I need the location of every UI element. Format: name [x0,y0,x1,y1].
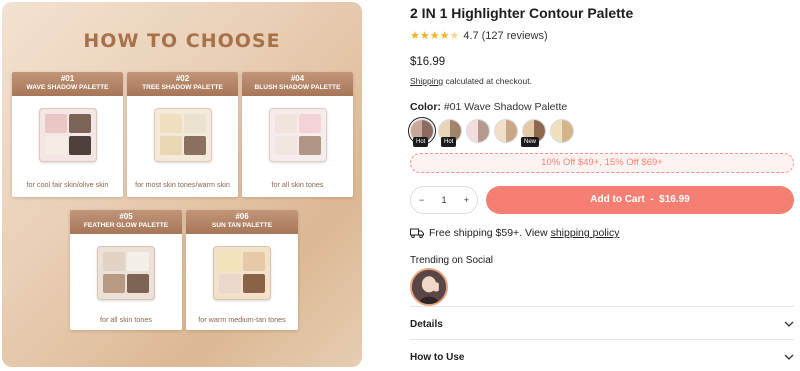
chevron-down-icon [784,354,794,360]
palette-compact-image [97,246,155,300]
color-swatches [408,117,574,145]
shipping-policy-link[interactable]: shipping policy [551,227,620,239]
palette-card-01: #01 WAVE SHADOW PALETTE for cool fair sk… [12,72,123,197]
quantity-stepper: − 1 + [410,186,478,214]
accordion-label: How to Use [410,351,465,363]
palette-card-header: #02 TREE SHADOW PALETTE [127,72,238,96]
palette-card-06: #06 SUN TAN PALETTE for warm medium-tan … [186,210,298,330]
palette-name: BLUSH SHADOW PALETTE [254,83,341,91]
palette-card-05: #05 FEATHER GLOW PALETTE for all skin to… [70,210,182,330]
accordion-label: Details [410,318,443,330]
hot-badge: Hot [441,137,457,147]
palette-card-header: #05 FEATHER GLOW PALETTE [70,210,182,234]
shipping-link[interactable]: Shipping [410,76,443,86]
shipping-note-text: calculated at checkout. [445,76,532,86]
chevron-down-icon [784,321,794,327]
palette-card-header: #04 BLUSH SHADOW PALETTE [242,72,353,96]
star-rating-icon: ★★★★★ [410,30,460,42]
palette-card-header: #06 SUN TAN PALETTE [186,210,298,234]
selected-color-value: #01 Wave Shadow Palette [443,101,568,113]
truck-icon [410,228,424,238]
color-selector-label: Color: #01 Wave Shadow Palette [410,101,567,113]
accordion-how-to-use[interactable]: How to Use [410,347,794,367]
product-rating[interactable]: ★★★★★ 4.7 (127 reviews) [410,29,548,43]
color-label-key: Color: [410,101,441,113]
accordion-divider [410,339,794,340]
trending-label: Trending on Social [410,255,494,266]
palette-name: SUN TAN PALETTE [211,221,273,229]
free-shipping-text: Free shipping $59+. View [429,227,548,239]
palette-compact-image [38,108,97,162]
palette-number: #04 [290,74,305,83]
increase-quantity-button[interactable]: + [464,195,469,205]
palette-name: TREE SHADOW PALETTE [142,83,223,91]
accordion-divider [410,306,794,307]
palette-caption: for all skin tones [271,180,324,189]
accordion-details[interactable]: Details [410,314,794,334]
social-video-avatar[interactable] [410,268,448,306]
shipping-note: Shipping calculated at checkout. [410,76,532,86]
review-count[interactable]: (127 reviews) [482,30,548,42]
discount-promo-bar: 10% Off $49+, 15% Off $69+ [410,153,794,173]
hot-badge: Hot [413,137,429,147]
decrease-quantity-button[interactable]: − [419,195,424,205]
palette-number: #01 [60,74,75,83]
palette-card-header: #01 WAVE SHADOW PALETTE [12,72,123,96]
palette-compact-image [213,246,271,300]
rating-value: 4.7 [463,29,479,42]
product-price: $16.99 [410,56,446,68]
quantity-value[interactable]: 1 [441,195,446,205]
palette-number: #05 [119,212,133,221]
palette-caption: for all skin tones [100,315,152,324]
color-swatch-04[interactable] [466,119,490,143]
palette-card-02: #02 TREE SHADOW PALETTE for most skin to… [127,72,238,197]
palette-caption: for warm medium-tan tones [198,315,286,324]
new-badge: New [521,137,540,147]
palette-number: #02 [175,74,190,83]
palette-card-04: #04 BLUSH SHADOW PALETTE for all skin to… [242,72,353,197]
color-swatch-07[interactable] [550,119,574,143]
palette-caption: for most skin tones/warm skin [135,180,230,189]
palette-compact-image [153,108,212,162]
product-title: 2 IN 1 Highlighter Contour Palette [410,5,634,21]
color-swatch-05[interactable] [494,119,518,143]
palette-number: #06 [235,212,249,221]
add-to-cart-button[interactable]: Add to Cart - $16.99 [486,186,794,214]
palette-caption: for cool fair skin/olive skin [26,180,109,189]
palette-name: WAVE SHADOW PALETTE [26,83,109,91]
palette-compact-image [268,108,327,162]
free-shipping-note: Free shipping $59+. View shipping policy [410,227,619,239]
person-thumbnail-icon [412,270,446,304]
product-promo-image: HOW TO CHOOSE #01 WAVE SHADOW PALETTE fo… [2,2,362,367]
promo-heading: HOW TO CHOOSE [83,30,281,52]
palette-name: FEATHER GLOW PALETTE [83,221,169,229]
